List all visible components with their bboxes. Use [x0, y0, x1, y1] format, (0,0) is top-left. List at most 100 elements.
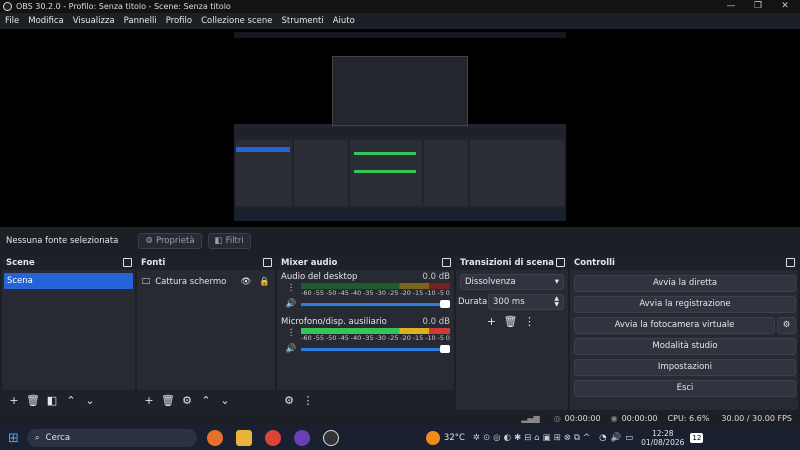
preview-screen-capture: [234, 32, 566, 221]
trash-icon[interactable]: 🗑: [503, 313, 519, 329]
mixer-channel: Audio del desktop 0.0 dB ⋮ -60 -55 -50 -45-…: [277, 270, 454, 311]
battery-icon[interactable]: ▭: [625, 433, 633, 443]
file-explorer-icon[interactable]: [235, 430, 252, 446]
filter-icon[interactable]: ◧: [44, 392, 60, 408]
channel-db: 0.0 dB: [422, 317, 450, 327]
undock-icon[interactable]: [442, 258, 451, 267]
channel-name: Audio del desktop: [281, 272, 358, 282]
menu-file[interactable]: File: [5, 16, 19, 26]
undock-icon[interactable]: [263, 258, 272, 267]
studio-mode-button[interactable]: Modalità studio: [574, 338, 796, 355]
title-bar: OBS 30.2.0 - Profilo: Senza titolo - Sce…: [0, 0, 800, 13]
scenes-dock: Scene Scena + 🗑 ◧ ⌃ ⌄: [2, 256, 135, 410]
transitions-header: Transizioni di scena: [456, 256, 568, 270]
menu-profile[interactable]: Profilo: [166, 16, 192, 26]
taskbar: ⊞ ⌕ Cerca 32°C ✲⊙◎◐✱⊟⌂▣⊞⊗⧉^ ◔ 🔊 ▭ 12:28 …: [0, 426, 800, 450]
start-streaming-button[interactable]: Avvia la diretta: [574, 275, 796, 292]
mixer-header: Mixer audio: [277, 256, 454, 270]
clock[interactable]: 12:28 01/08/2026: [641, 429, 684, 447]
minimize-icon[interactable]: —: [718, 0, 744, 13]
spinner-icon[interactable]: ▲ ▼: [554, 296, 559, 308]
filter-icon: ◧: [214, 236, 223, 246]
channel-db: 0.0 dB: [422, 272, 450, 282]
tray-icons[interactable]: ✲⊙◎◐✱⊟⌂▣⊞⊗⧉^: [473, 433, 593, 443]
browser-icon[interactable]: [293, 430, 310, 446]
meter-scale: -60 -55 -50 -45 -40 -35 -30 -25 -20 -15 -10 -5 0: [301, 334, 450, 342]
add-icon[interactable]: +: [141, 392, 157, 408]
menu-view[interactable]: Visualizza: [73, 16, 115, 26]
source-item[interactable]: 🖵 Cattura schermo 👁 🔒: [137, 273, 275, 291]
undock-icon[interactable]: [786, 258, 795, 267]
search-icon: ⌕: [34, 433, 40, 443]
record-time: 00:00:00: [621, 413, 658, 423]
virtual-camera-settings-button[interactable]: ⚙: [777, 317, 796, 334]
scene-item[interactable]: Scena: [4, 273, 133, 289]
duration-label: Durata: [458, 297, 488, 307]
volume-icon[interactable]: 🔊: [611, 433, 622, 443]
trash-icon[interactable]: 🗑: [160, 392, 176, 408]
speaker-icon[interactable]: 🔊: [281, 299, 301, 309]
caret-down-icon: ▾: [554, 277, 559, 287]
more-icon[interactable]: ⋮: [281, 283, 301, 297]
duration-value: 300 ms: [493, 297, 525, 307]
menu-edit[interactable]: Modifica: [28, 16, 64, 26]
add-icon[interactable]: +: [484, 313, 500, 329]
menu-tools[interactable]: Strumenti: [281, 16, 323, 26]
transition-select[interactable]: Dissolvenza ▾: [460, 274, 564, 290]
more-icon[interactable]: ⋮: [281, 328, 301, 342]
scenes-title: Scene: [6, 258, 35, 268]
move-up-icon[interactable]: ⌃: [63, 392, 79, 408]
volume-slider[interactable]: [301, 300, 450, 308]
filters-button[interactable]: ◧ Filtri: [207, 233, 251, 249]
menu-help[interactable]: Aiuto: [333, 16, 355, 26]
stream-time: 00:00:00: [564, 413, 601, 423]
search-placeholder: Cerca: [45, 433, 71, 443]
eye-icon[interactable]: 👁: [241, 277, 252, 287]
start-recording-button[interactable]: Avvia la registrazione: [574, 296, 796, 313]
cpu-usage: CPU: 6.6%: [667, 413, 710, 423]
filters-label: Filtri: [225, 236, 244, 246]
search-box[interactable]: ⌕ Cerca: [26, 429, 197, 447]
exit-button[interactable]: Esci: [574, 380, 796, 397]
audio-mixer-dock: Mixer audio Audio del desktop 0.0 dB ⋮ -…: [277, 256, 454, 410]
speaker-icon[interactable]: 🔊: [281, 344, 301, 354]
chrome-icon[interactable]: [264, 430, 281, 446]
sources-toolbar: + 🗑 ⚙ ⌃ ⌄: [137, 390, 275, 410]
meter-scale: -60 -55 -50 -45 -40 -35 -30 -25 -20 -15 -10 -5 0: [301, 289, 450, 297]
trash-icon[interactable]: 🗑: [25, 392, 41, 408]
transitions-title: Transizioni di scena: [460, 258, 555, 268]
move-down-icon[interactable]: ⌄: [82, 392, 98, 408]
mixer-title: Mixer audio: [281, 258, 338, 268]
start-virtual-camera-button[interactable]: Avvia la fotocamera virtuale: [574, 317, 775, 334]
add-icon[interactable]: +: [6, 392, 22, 408]
notifications-badge[interactable]: 12: [690, 433, 704, 443]
weather-icon: [425, 431, 440, 445]
wifi-icon[interactable]: ◔: [599, 433, 606, 443]
app-icon[interactable]: [206, 430, 223, 446]
clock-date: 01/08/2026: [641, 438, 685, 447]
gear-icon[interactable]: ⚙: [179, 392, 195, 408]
volume-slider[interactable]: [301, 345, 450, 353]
gear-icon[interactable]: ⚙: [281, 392, 297, 408]
undock-icon[interactable]: [123, 258, 132, 267]
more-icon[interactable]: ⋮: [522, 313, 538, 329]
move-up-icon[interactable]: ⌃: [198, 392, 214, 408]
maximize-icon[interactable]: ❐: [745, 0, 771, 13]
obs-logo-icon: [3, 2, 12, 11]
window-title: OBS 30.2.0 - Profilo: Senza titolo - Sce…: [16, 2, 231, 11]
menu-docks[interactable]: Pannelli: [124, 16, 157, 26]
more-icon[interactable]: ⋮: [300, 392, 316, 408]
undock-icon[interactable]: [556, 258, 565, 267]
windows-start-icon[interactable]: ⊞: [8, 431, 19, 446]
no-source-label: Nessuna fonte selezionata: [6, 236, 119, 246]
lock-icon[interactable]: 🔒: [259, 277, 270, 287]
properties-button[interactable]: ⚙ Proprietà: [138, 233, 202, 249]
menu-scene-collection[interactable]: Collezione scene: [201, 16, 272, 26]
obs-icon[interactable]: [322, 430, 339, 446]
close-icon[interactable]: ✕: [772, 0, 798, 13]
clock-time: 12:28: [651, 429, 674, 438]
move-down-icon[interactable]: ⌄: [217, 392, 233, 408]
properties-label: Proprietà: [156, 236, 195, 246]
settings-button[interactable]: Impostazioni: [574, 359, 796, 376]
duration-input[interactable]: 300 ms ▲ ▼: [488, 294, 564, 310]
